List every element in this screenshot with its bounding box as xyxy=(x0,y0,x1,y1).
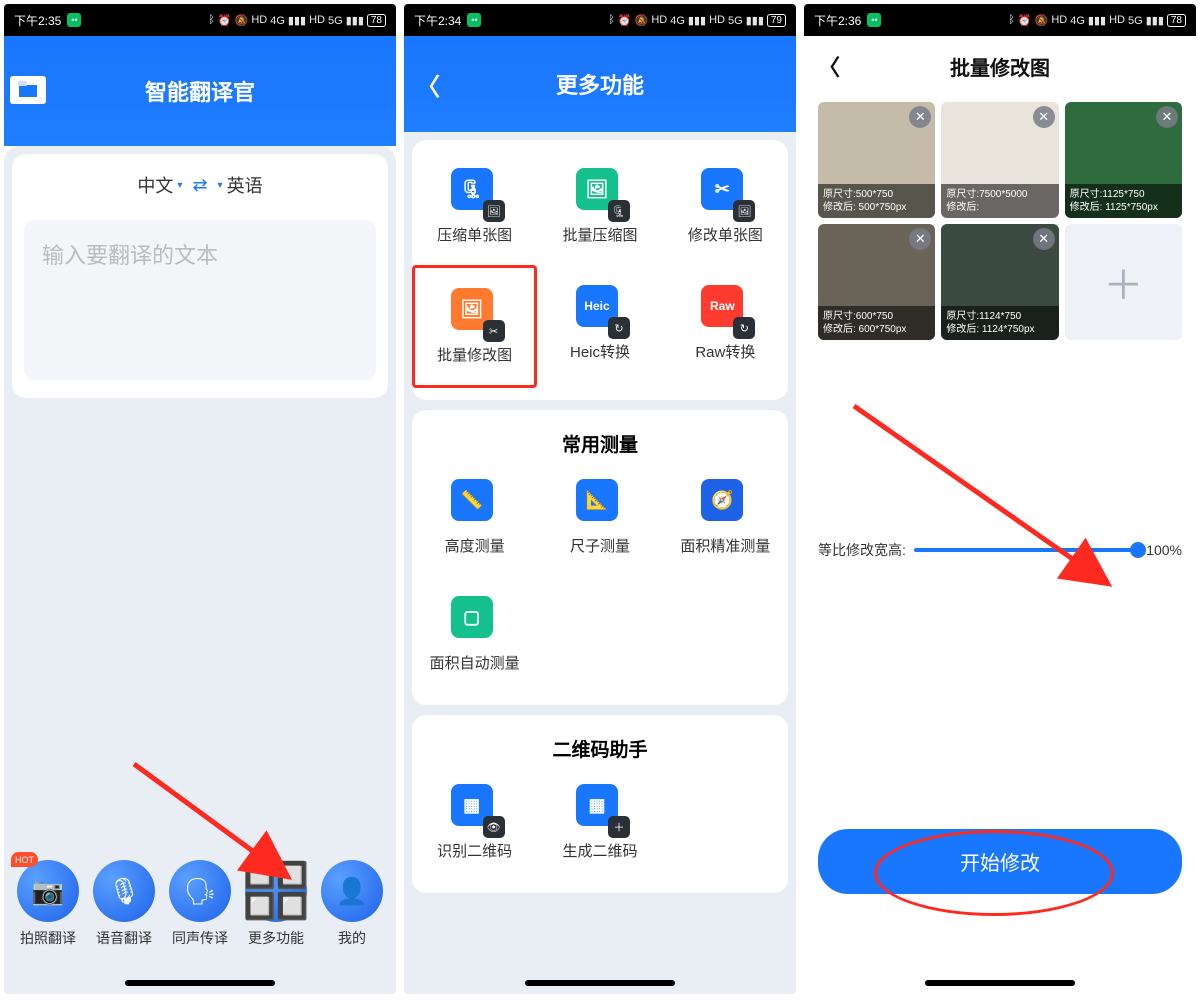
feature-识别二维码[interactable]: ▦👁识别二维码 xyxy=(412,764,537,881)
feature-Heic转换[interactable]: Heic↻Heic转换 xyxy=(537,265,662,388)
status-time: 下午2:36 xyxy=(814,12,861,29)
add-image-button[interactable]: ＋ xyxy=(1065,224,1182,340)
alarm-icon: ⏰ xyxy=(218,14,232,27)
translate-card: 中文 ▾ ⇄ ▾ 英语 输入要翻译的文本 xyxy=(12,154,388,398)
feature-面积精准测量[interactable]: 🧭面积精准测量 xyxy=(663,459,788,576)
mic-icon: 🎙 xyxy=(107,876,140,907)
slider-value: 100% xyxy=(1146,542,1182,558)
feature-Raw转换[interactable]: Raw↻Raw转换 xyxy=(663,265,788,388)
signal-4g-icon: 4G ▮▮▮ xyxy=(270,14,306,27)
slider-knob[interactable] xyxy=(1130,542,1146,558)
ratio-slider-row: 等比修改宽高: 100% xyxy=(818,540,1182,560)
start-modify-button[interactable]: 开始修改 xyxy=(818,829,1182,894)
feature-面积自动测量[interactable]: ▢面积自动测量 xyxy=(412,576,537,693)
annotation-arrow xyxy=(834,386,1134,606)
mute-icon: 🔕 xyxy=(235,14,249,27)
image-grid: ✕原尺寸:500*750修改后: 500*750px✕原尺寸:7500*5000… xyxy=(818,102,1182,340)
folder-icon[interactable] xyxy=(10,76,46,104)
status-time: 下午2:34 xyxy=(414,12,461,29)
tab-simultaneous[interactable]: 🗣 同声传译 xyxy=(169,860,231,948)
language-row: 中文 ▾ ⇄ ▾ 英语 xyxy=(24,172,376,198)
image-thumb[interactable]: ✕原尺寸:1125*750修改后: 1125*750px xyxy=(1065,102,1182,218)
signal-5g-icon: 5G ▮▮▮ xyxy=(328,14,364,27)
status-bar: 下午2:34 •• ᛒ⏰🔕 HD4G ▮▮▮ HD5G ▮▮▮ 79 xyxy=(404,4,796,36)
image-thumb[interactable]: ✕原尺寸:500*750修改后: 500*750px xyxy=(818,102,935,218)
image-tools-card: 🗜🖼压缩单张图🖼🗜批量压缩图✂🖼修改单张图 🖼✂批量修改图Heic↻Heic转换R… xyxy=(412,140,788,400)
section-title-qrcode: 二维码助手 xyxy=(412,723,788,764)
page-title: 批量修改图 xyxy=(950,52,1050,81)
main-body: 中文 ▾ ⇄ ▾ 英语 输入要翻译的文本 📷 HOT 拍照翻译 🎙 语音翻译 🗣… xyxy=(4,146,396,994)
wechat-icon: •• xyxy=(867,13,881,27)
hot-badge: HOT xyxy=(11,852,38,867)
feature-尺子测量[interactable]: 📐尺子测量 xyxy=(537,459,662,576)
back-icon[interactable]: 〈 xyxy=(818,50,840,82)
slider-label: 等比修改宽高: xyxy=(818,540,906,560)
tab-voice-translate[interactable]: 🎙 语音翻译 xyxy=(93,860,155,948)
page-title: 更多功能 xyxy=(556,68,644,100)
remove-icon[interactable]: ✕ xyxy=(1033,106,1055,128)
qrcode-card: 二维码助手 ▦👁识别二维码▦＋生成二维码 xyxy=(412,715,788,893)
speak-icon: 🗣 xyxy=(183,876,216,907)
feature-压缩单张图[interactable]: 🗜🖼压缩单张图 xyxy=(412,148,537,265)
remove-icon[interactable]: ✕ xyxy=(909,228,931,250)
camera-icon: 📷 xyxy=(32,876,64,907)
image-thumb[interactable]: ✕原尺寸:7500*5000修改后: xyxy=(941,102,1058,218)
section-title-measure: 常用测量 xyxy=(412,418,788,459)
feature-批量修改图[interactable]: 🖼✂批量修改图 xyxy=(412,265,537,388)
grid-icon: 🔲🔲🔲🔲 xyxy=(244,860,309,922)
home-indicator xyxy=(125,980,275,986)
tab-mine[interactable]: 👤 我的 xyxy=(321,860,383,948)
tab-photo-translate[interactable]: 📷 HOT 拍照翻译 xyxy=(17,860,79,948)
tab-more-features[interactable]: 🔲🔲🔲🔲 更多功能 xyxy=(245,860,307,948)
bottom-nav: 📷 HOT 拍照翻译 🎙 语音翻译 🗣 同声传译 🔲🔲🔲🔲 更多功能 👤 我的 xyxy=(4,860,396,948)
hd-icon-2: HD xyxy=(309,14,325,26)
feature-生成二维码[interactable]: ▦＋生成二维码 xyxy=(537,764,662,881)
image-thumb[interactable]: ✕原尺寸:1124*750修改后: 1124*750px xyxy=(941,224,1058,340)
person-icon: 👤 xyxy=(336,876,368,907)
page-title: 智能翻译官 xyxy=(145,75,255,107)
translate-input[interactable]: 输入要翻译的文本 xyxy=(24,220,376,380)
feature-高度测量[interactable]: 📏高度测量 xyxy=(412,459,537,576)
status-time: 下午2:35 xyxy=(14,12,61,29)
main-body: ✕原尺寸:500*750修改后: 500*750px✕原尺寸:7500*5000… xyxy=(804,96,1196,994)
wechat-icon: •• xyxy=(67,13,81,27)
remove-icon[interactable]: ✕ xyxy=(909,106,931,128)
app-header: 智能翻译官 xyxy=(4,36,396,146)
main-body: 🗜🖼压缩单张图🖼🗜批量压缩图✂🖼修改单张图 🖼✂批量修改图Heic↻Heic转换R… xyxy=(404,132,796,994)
measure-card: 常用测量 📏高度测量📐尺子测量🧭面积精准测量 ▢面积自动测量 xyxy=(412,410,788,705)
lang-to[interactable]: ▾ 英语 xyxy=(218,172,263,198)
screen-more-features: 下午2:34 •• ᛒ⏰🔕 HD4G ▮▮▮ HD5G ▮▮▮ 79 〈 更多功… xyxy=(404,4,796,994)
lang-from[interactable]: 中文 ▾ xyxy=(137,172,182,198)
status-bar: 下午2:35 •• ᛒ ⏰ 🔕 HD 4G ▮▮▮ HD 5G ▮▮▮ 78 xyxy=(4,4,396,36)
feature-修改单张图[interactable]: ✂🖼修改单张图 xyxy=(663,148,788,265)
feature-批量压缩图[interactable]: 🖼🗜批量压缩图 xyxy=(537,148,662,265)
ratio-slider[interactable] xyxy=(914,548,1138,552)
hd-icon: HD xyxy=(251,14,267,26)
back-icon[interactable]: 〈 xyxy=(416,67,440,102)
bluetooth-icon: ᛒ xyxy=(208,14,215,26)
home-indicator xyxy=(525,980,675,986)
app-header: 〈 更多功能 xyxy=(404,36,796,132)
status-bar: 下午2:36 •• ᛒ⏰🔕 HD4G ▮▮▮ HD5G ▮▮▮ 78 xyxy=(804,4,1196,36)
wechat-icon: •• xyxy=(467,13,481,27)
page-header: 〈 批量修改图 xyxy=(804,36,1196,96)
image-thumb[interactable]: ✕原尺寸:600*750修改后: 600*750px xyxy=(818,224,935,340)
remove-icon[interactable]: ✕ xyxy=(1156,106,1178,128)
screen-translator-home: 下午2:35 •• ᛒ ⏰ 🔕 HD 4G ▮▮▮ HD 5G ▮▮▮ 78 智… xyxy=(4,4,396,994)
screen-batch-modify: 下午2:36 •• ᛒ⏰🔕 HD4G ▮▮▮ HD5G ▮▮▮ 78 〈 批量修… xyxy=(804,4,1196,994)
remove-icon[interactable]: ✕ xyxy=(1033,228,1055,250)
swap-icon[interactable]: ⇄ xyxy=(192,175,207,196)
home-indicator xyxy=(925,980,1075,986)
battery-level: 78 xyxy=(367,14,386,27)
